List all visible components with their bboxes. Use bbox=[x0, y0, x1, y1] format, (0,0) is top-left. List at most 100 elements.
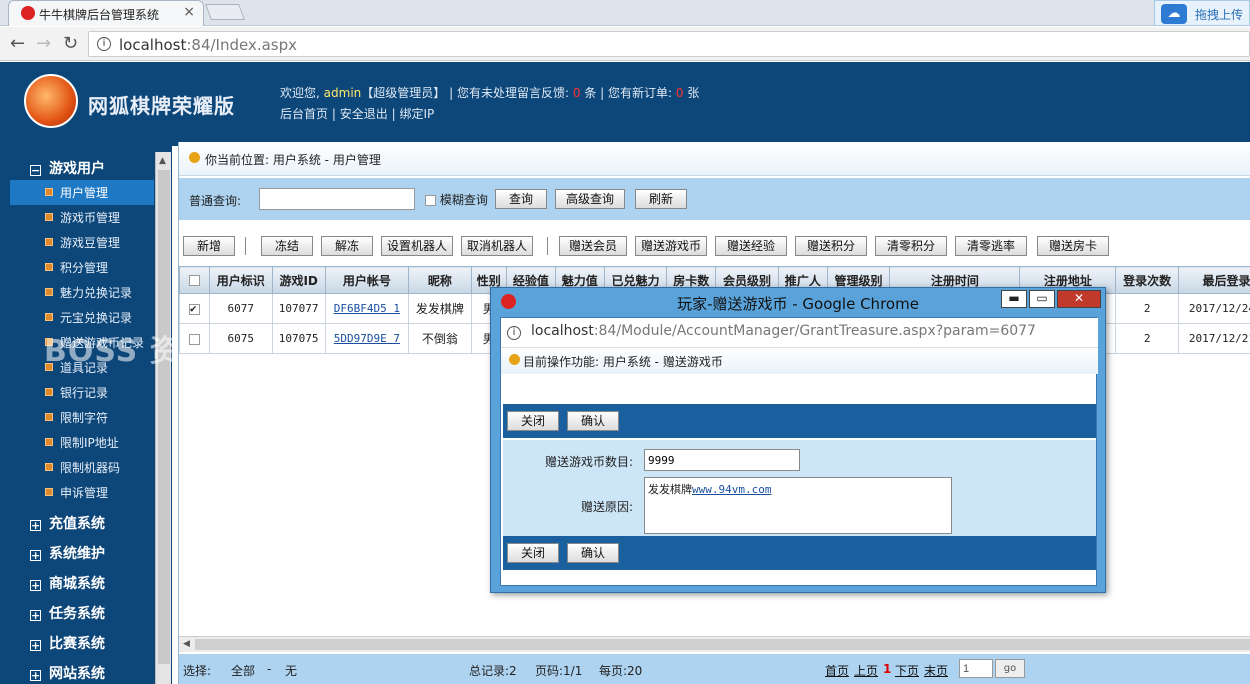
refresh-button[interactable]: 刷新 bbox=[635, 189, 687, 209]
cancel-robot-button[interactable]: 取消机器人 bbox=[461, 236, 533, 256]
menu-group-tasks[interactable]: + 任务系统 bbox=[30, 603, 105, 623]
column-header[interactable]: 用户帐号 bbox=[324, 266, 410, 294]
orders-unit: 张 bbox=[687, 86, 700, 100]
sidebar-item-appeals[interactable]: 申诉管理 bbox=[10, 480, 154, 505]
confirm-button[interactable]: 确认 bbox=[567, 543, 619, 563]
column-header[interactable]: 昵称 bbox=[408, 266, 472, 294]
scrollbar-thumb[interactable] bbox=[158, 170, 170, 664]
column-header[interactable]: 登录次数 bbox=[1115, 266, 1179, 294]
column-header[interactable]: 用户标识 bbox=[209, 266, 273, 294]
gift-vip-button[interactable]: 赠送会员 bbox=[559, 236, 627, 256]
last-page-link[interactable]: 末页 bbox=[924, 664, 948, 678]
page-number-input[interactable] bbox=[959, 659, 993, 678]
new-tab-button[interactable] bbox=[205, 4, 245, 20]
row-select[interactable] bbox=[179, 293, 210, 324]
maximize-icon[interactable]: ▭ bbox=[1029, 290, 1055, 308]
expand-icon: + bbox=[30, 609, 41, 622]
close-button[interactable]: 关闭 bbox=[507, 543, 559, 563]
close-window-icon[interactable]: ✕ bbox=[1057, 290, 1101, 308]
menu-group-recharge[interactable]: + 充值系统 bbox=[30, 513, 105, 533]
sidebar-scrollbar[interactable]: ▲ bbox=[155, 152, 171, 684]
amount-label: 赠送游戏币数目: bbox=[544, 455, 633, 469]
checkbox[interactable] bbox=[189, 275, 200, 286]
row-select[interactable] bbox=[179, 323, 210, 354]
gift-points-button[interactable]: 赠送积分 bbox=[795, 236, 867, 256]
reload-icon[interactable]: ↻ bbox=[63, 33, 78, 54]
menu-group-label: 比赛系统 bbox=[49, 636, 105, 652]
menu-group-website[interactable]: + 网站系统 bbox=[30, 663, 105, 683]
column-header[interactable]: 最后登录时间 bbox=[1178, 266, 1250, 294]
add-button[interactable]: 新增 bbox=[183, 236, 235, 256]
menu-group-system[interactable]: + 系统维护 bbox=[30, 543, 105, 563]
advanced-query-button[interactable]: 高级查询 bbox=[555, 189, 625, 209]
forward-arrow-icon[interactable]: → bbox=[36, 33, 51, 54]
account-link[interactable]: DF6BF4D5 1 bbox=[334, 302, 400, 315]
checkbox[interactable] bbox=[189, 302, 200, 315]
select-none-link[interactable]: 无 bbox=[285, 662, 297, 679]
header-status-line: 欢迎您, admin【超级管理员】 | 您有未处理留言反馈: 0 条 | 您有新… bbox=[280, 84, 699, 101]
scroll-up-icon[interactable]: ▲ bbox=[159, 156, 166, 166]
select-all-header[interactable] bbox=[179, 266, 210, 294]
sidebar-item-restrict-ip[interactable]: 限制IP地址 bbox=[10, 430, 154, 455]
site-favicon-icon bbox=[21, 6, 35, 20]
clear-points-button[interactable]: 清零积分 bbox=[875, 236, 947, 256]
go-button[interactable]: go bbox=[995, 659, 1025, 678]
tab-title: 牛牛棋牌后台管理系统 bbox=[39, 8, 160, 22]
clear-escape-rate-button[interactable]: 清零逃率 bbox=[955, 236, 1027, 256]
unfreeze-button[interactable]: 解冻 bbox=[321, 236, 373, 256]
sidebar-item-beans[interactable]: 游戏豆管理 bbox=[10, 230, 154, 255]
column-header[interactable]: 游戏ID bbox=[271, 266, 326, 294]
sidebar-item-restrict-machine[interactable]: 限制机器码 bbox=[10, 455, 154, 480]
upload-extension-button[interactable]: ☁ 拖拽上传 bbox=[1154, 0, 1250, 26]
confirm-button[interactable]: 确认 bbox=[567, 411, 619, 431]
set-robot-button[interactable]: 设置机器人 bbox=[381, 236, 453, 256]
query-input[interactable] bbox=[259, 188, 415, 210]
next-page-link[interactable]: 下页 bbox=[895, 664, 919, 678]
horizontal-scrollbar[interactable]: ◀ bbox=[179, 636, 1250, 652]
freeze-button[interactable]: 冻结 bbox=[261, 236, 313, 256]
tab-close-icon[interactable]: × bbox=[183, 4, 195, 20]
grant-form: 赠送游戏币数目: 赠送原因: 发发棋牌www.94vm.com bbox=[503, 440, 1096, 536]
scrollbar-thumb[interactable] bbox=[195, 639, 1250, 650]
cell-logins: 2 bbox=[1115, 293, 1179, 324]
minimize-icon[interactable]: ▬ bbox=[1001, 290, 1027, 308]
reason-textarea[interactable]: 发发棋牌www.94vm.com bbox=[644, 477, 952, 534]
menu-group-matches[interactable]: + 比赛系统 bbox=[30, 633, 105, 653]
sidebar-item-coins[interactable]: 游戏币管理 bbox=[10, 205, 154, 230]
logout-link[interactable]: 安全退出 bbox=[340, 107, 388, 121]
sidebar-item-user-management[interactable]: 用户管理 bbox=[10, 180, 154, 205]
tab-strip: 牛牛棋牌后台管理系统 × ☁ 拖拽上传 bbox=[0, 0, 1250, 26]
sidebar-item-restrict-chars[interactable]: 限制字符 bbox=[10, 405, 154, 430]
sidebar-item-label: 元宝兑换记录 bbox=[60, 311, 133, 325]
scroll-left-icon[interactable]: ◀ bbox=[183, 639, 190, 649]
select-label: 选择: bbox=[183, 664, 212, 678]
checkbox[interactable] bbox=[189, 333, 200, 345]
prev-page-link[interactable]: 上页 bbox=[854, 664, 878, 678]
sidebar-item-bank[interactable]: 银行记录 bbox=[10, 380, 154, 405]
back-arrow-icon[interactable]: ← bbox=[10, 33, 25, 54]
info-icon[interactable]: i bbox=[97, 37, 111, 51]
account-link[interactable]: 5DD97D9E 7 bbox=[334, 332, 400, 345]
sidebar-item-label: 申诉管理 bbox=[60, 486, 109, 500]
first-page-link[interactable]: 首页 bbox=[825, 664, 849, 678]
gift-coins-button[interactable]: 赠送游戏币 bbox=[635, 236, 707, 256]
query-button[interactable]: 查询 bbox=[495, 189, 547, 209]
gift-room-card-button[interactable]: 赠送房卡 bbox=[1037, 236, 1109, 256]
sidebar-item-label: 积分管理 bbox=[60, 261, 109, 275]
menu-group-mall[interactable]: + 商城系统 bbox=[30, 573, 105, 593]
checkbox[interactable] bbox=[425, 195, 436, 206]
info-icon[interactable]: i bbox=[507, 326, 521, 340]
bind-ip-link[interactable]: 绑定IP bbox=[399, 107, 434, 121]
sidebar-item-charm-exchange[interactable]: 魅力兑换记录 bbox=[10, 280, 154, 305]
gift-exp-button[interactable]: 赠送经验 bbox=[715, 236, 787, 256]
sidebar-item-points[interactable]: 积分管理 bbox=[10, 255, 154, 280]
url-input[interactable]: i localhost:84/Index.aspx bbox=[88, 31, 1250, 57]
select-all-link[interactable]: 全部 bbox=[231, 662, 255, 679]
tab-active[interactable]: 牛牛棋牌后台管理系统 × bbox=[8, 0, 204, 26]
sidebar-item-label: 用户管理 bbox=[60, 186, 109, 200]
menu-group-game-users[interactable]: − 游戏用户 bbox=[30, 158, 105, 178]
home-link[interactable]: 后台首页 bbox=[280, 107, 328, 121]
fuzzy-search-checkbox[interactable]: 模糊查询 bbox=[425, 191, 488, 208]
close-button[interactable]: 关闭 bbox=[507, 411, 559, 431]
amount-input[interactable] bbox=[644, 449, 800, 471]
